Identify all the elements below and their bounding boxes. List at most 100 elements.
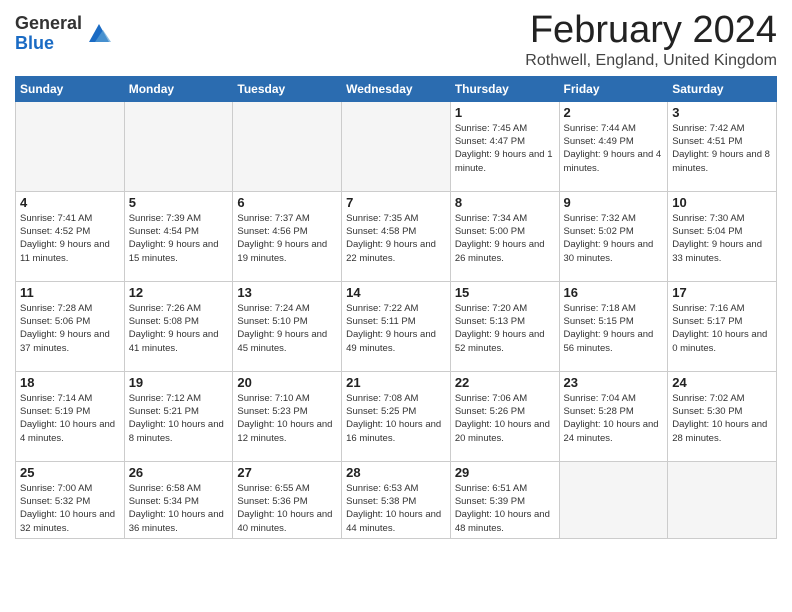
calendar-cell: 10Sunrise: 7:30 AM Sunset: 5:04 PM Dayli…: [668, 191, 777, 281]
calendar-cell: [559, 461, 668, 538]
day-info: Sunrise: 7:04 AM Sunset: 5:28 PM Dayligh…: [564, 392, 664, 445]
day-number: 27: [237, 465, 337, 480]
day-number: 19: [129, 375, 229, 390]
calendar-cell: 9Sunrise: 7:32 AM Sunset: 5:02 PM Daylig…: [559, 191, 668, 281]
calendar-cell: 6 Sunrise: 7:37 AM Sunset: 4:56 PM Daylig…: [233, 191, 342, 281]
day-number: 29: [455, 465, 555, 480]
header-row: SundayMondayTuesdayWednesdayThursdayFrid…: [16, 76, 777, 101]
day-info: Sunrise: 7:10 AM Sunset: 5:23 PM Dayligh…: [237, 392, 337, 445]
day-number: 24: [672, 375, 772, 390]
week-row-2: 4Sunrise: 7:41 AM Sunset: 4:52 PM Daylig…: [16, 191, 777, 281]
day-info: Sunrise: 7:12 AM Sunset: 5:21 PM Dayligh…: [129, 392, 229, 445]
day-number: 13: [237, 285, 337, 300]
day-number: 21: [346, 375, 446, 390]
logo: General Blue: [15, 14, 113, 54]
calendar-cell: 21 Sunrise: 7:08 AM Sunset: 5:25 PM Dayli…: [342, 371, 451, 461]
day-header-thursday: Thursday: [450, 76, 559, 101]
day-info: Sunrise: 7:08 AM Sunset: 5:25 PM Dayligh…: [346, 392, 446, 445]
title-area: February 2024 Rothwell, England, United …: [525, 10, 777, 70]
calendar-cell: 5 Sunrise: 7:39 AM Sunset: 4:54 PM Daylig…: [124, 191, 233, 281]
week-row-5: 25 Sunrise: 7:00 AM Sunset: 5:32 PM Dayli…: [16, 461, 777, 538]
day-info: Sunrise: 6:55 AM Sunset: 5:36 PM Dayligh…: [237, 482, 337, 535]
day-info: Sunrise: 7:22 AM Sunset: 5:11 PM Dayligh…: [346, 302, 446, 355]
day-info: Sunrise: 6:58 AM Sunset: 5:34 PM Dayligh…: [129, 482, 229, 535]
day-number: 12: [129, 285, 229, 300]
calendar-cell: [16, 101, 125, 191]
day-number: 18: [20, 375, 120, 390]
day-info: Sunrise: 7:06 AM Sunset: 5:26 PM Dayligh…: [455, 392, 555, 445]
logo-general-text: General: [15, 14, 82, 34]
header: General Blue February 2024 Rothwell, Eng…: [15, 10, 777, 70]
day-info: Sunrise: 7:18 AM Sunset: 5:15 PM Dayligh…: [564, 302, 664, 355]
calendar-cell: 16 Sunrise: 7:18 AM Sunset: 5:15 PM Dayli…: [559, 281, 668, 371]
day-number: 22: [455, 375, 555, 390]
day-info: Sunrise: 7:44 AM Sunset: 4:49 PM Dayligh…: [564, 122, 664, 175]
calendar-cell: 2 Sunrise: 7:44 AM Sunset: 4:49 PM Daylig…: [559, 101, 668, 191]
day-info: Sunrise: 7:16 AM Sunset: 5:17 PM Dayligh…: [672, 302, 772, 355]
day-number: 6: [237, 195, 337, 210]
calendar-cell: 22 Sunrise: 7:06 AM Sunset: 5:26 PM Dayli…: [450, 371, 559, 461]
calendar-cell: 1Sunrise: 7:45 AM Sunset: 4:47 PM Daylig…: [450, 101, 559, 191]
calendar-cell: 11 Sunrise: 7:28 AM Sunset: 5:06 PM Dayli…: [16, 281, 125, 371]
calendar-cell: 29 Sunrise: 6:51 AM Sunset: 5:39 PM Dayli…: [450, 461, 559, 538]
day-number: 23: [564, 375, 664, 390]
calendar-cell: 27 Sunrise: 6:55 AM Sunset: 5:36 PM Dayli…: [233, 461, 342, 538]
logo-icon: [85, 20, 113, 48]
day-number: 17: [672, 285, 772, 300]
day-number: 20: [237, 375, 337, 390]
calendar-cell: 20 Sunrise: 7:10 AM Sunset: 5:23 PM Dayli…: [233, 371, 342, 461]
day-number: 25: [20, 465, 120, 480]
day-info: Sunrise: 6:51 AM Sunset: 5:39 PM Dayligh…: [455, 482, 555, 535]
day-number: 2: [564, 105, 664, 120]
location-title: Rothwell, England, United Kingdom: [525, 52, 777, 70]
day-info: Sunrise: 7:37 AM Sunset: 4:56 PM Dayligh…: [237, 212, 337, 265]
calendar-cell: 18 Sunrise: 7:14 AM Sunset: 5:19 PM Dayli…: [16, 371, 125, 461]
month-title: February 2024: [525, 10, 777, 52]
calendar-cell: 8 Sunrise: 7:34 AM Sunset: 5:00 PM Daylig…: [450, 191, 559, 281]
day-info: Sunrise: 7:30 AM Sunset: 5:04 PM Dayligh…: [672, 212, 772, 265]
week-row-4: 18 Sunrise: 7:14 AM Sunset: 5:19 PM Dayli…: [16, 371, 777, 461]
day-info: Sunrise: 7:24 AM Sunset: 5:10 PM Dayligh…: [237, 302, 337, 355]
day-header-wednesday: Wednesday: [342, 76, 451, 101]
day-info: Sunrise: 7:20 AM Sunset: 5:13 PM Dayligh…: [455, 302, 555, 355]
calendar-cell: 3Sunrise: 7:42 AM Sunset: 4:51 PM Daylig…: [668, 101, 777, 191]
day-number: 3: [672, 105, 772, 120]
calendar-cell: [342, 101, 451, 191]
day-number: 14: [346, 285, 446, 300]
calendar-cell: 13 Sunrise: 7:24 AM Sunset: 5:10 PM Dayli…: [233, 281, 342, 371]
day-number: 1: [455, 105, 555, 120]
day-info: Sunrise: 7:34 AM Sunset: 5:00 PM Dayligh…: [455, 212, 555, 265]
day-info: Sunrise: 7:32 AM Sunset: 5:02 PM Dayligh…: [564, 212, 664, 265]
calendar-cell: 24 Sunrise: 7:02 AM Sunset: 5:30 PM Dayli…: [668, 371, 777, 461]
day-info: Sunrise: 7:26 AM Sunset: 5:08 PM Dayligh…: [129, 302, 229, 355]
day-header-monday: Monday: [124, 76, 233, 101]
calendar-cell: 25 Sunrise: 7:00 AM Sunset: 5:32 PM Dayli…: [16, 461, 125, 538]
calendar-cell: 28 Sunrise: 6:53 AM Sunset: 5:38 PM Dayli…: [342, 461, 451, 538]
day-header-sunday: Sunday: [16, 76, 125, 101]
day-number: 7: [346, 195, 446, 210]
day-info: Sunrise: 6:53 AM Sunset: 5:38 PM Dayligh…: [346, 482, 446, 535]
calendar-table: SundayMondayTuesdayWednesdayThursdayFrid…: [15, 76, 777, 539]
calendar-cell: 23 Sunrise: 7:04 AM Sunset: 5:28 PM Dayli…: [559, 371, 668, 461]
week-row-1: 1Sunrise: 7:45 AM Sunset: 4:47 PM Daylig…: [16, 101, 777, 191]
day-number: 8: [455, 195, 555, 210]
day-number: 28: [346, 465, 446, 480]
day-number: 16: [564, 285, 664, 300]
calendar-cell: [124, 101, 233, 191]
day-number: 26: [129, 465, 229, 480]
day-header-tuesday: Tuesday: [233, 76, 342, 101]
day-info: Sunrise: 7:35 AM Sunset: 4:58 PM Dayligh…: [346, 212, 446, 265]
calendar-cell: [233, 101, 342, 191]
calendar-cell: 15Sunrise: 7:20 AM Sunset: 5:13 PM Dayli…: [450, 281, 559, 371]
day-info: Sunrise: 7:02 AM Sunset: 5:30 PM Dayligh…: [672, 392, 772, 445]
day-info: Sunrise: 7:14 AM Sunset: 5:19 PM Dayligh…: [20, 392, 120, 445]
day-number: 5: [129, 195, 229, 210]
calendar-cell: 26 Sunrise: 6:58 AM Sunset: 5:34 PM Dayli…: [124, 461, 233, 538]
day-info: Sunrise: 7:28 AM Sunset: 5:06 PM Dayligh…: [20, 302, 120, 355]
day-info: Sunrise: 7:41 AM Sunset: 4:52 PM Dayligh…: [20, 212, 120, 265]
week-row-3: 11 Sunrise: 7:28 AM Sunset: 5:06 PM Dayli…: [16, 281, 777, 371]
day-info: Sunrise: 7:00 AM Sunset: 5:32 PM Dayligh…: [20, 482, 120, 535]
day-header-friday: Friday: [559, 76, 668, 101]
day-number: 11: [20, 285, 120, 300]
day-info: Sunrise: 7:39 AM Sunset: 4:54 PM Dayligh…: [129, 212, 229, 265]
